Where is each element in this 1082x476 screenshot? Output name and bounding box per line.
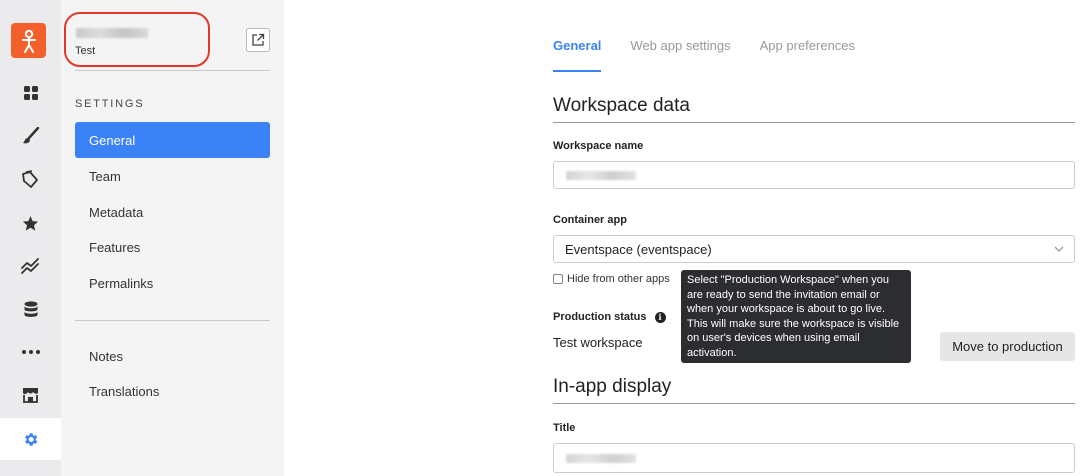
production-status-value: Test workspace	[553, 335, 643, 350]
brush-icon	[22, 127, 39, 144]
tab-app-preferences[interactable]: App preferences	[760, 38, 855, 72]
title-label: Title	[553, 422, 576, 434]
container-app-value: Eventspace (eventspace)	[565, 241, 712, 257]
person-logo-icon	[21, 29, 36, 53]
rail-design-button[interactable]	[0, 115, 61, 157]
database-icon	[24, 300, 37, 317]
sidebar-divider	[75, 320, 270, 321]
icon-rail	[0, 0, 61, 476]
sidebar-item-translations[interactable]: Translations	[75, 373, 270, 409]
tab-web-app-settings[interactable]: Web app settings	[630, 38, 730, 72]
analytics-icon	[21, 258, 39, 274]
container-app-label: Container app	[553, 214, 627, 226]
workspace-name-input[interactable]	[553, 161, 1075, 189]
rail-store-button[interactable]	[0, 374, 61, 416]
settings-gear-icon	[25, 432, 38, 446]
sidebar-item-permalinks[interactable]: Permalinks	[75, 265, 270, 301]
more-icon	[21, 350, 40, 354]
sidebar-item-general[interactable]: General	[75, 122, 270, 158]
title-value-redacted	[566, 454, 636, 463]
dashboard-grid-icon	[23, 86, 38, 100]
rail-favorites-button[interactable]	[0, 202, 61, 244]
rail-database-button[interactable]	[0, 288, 61, 330]
rail-tags-button[interactable]	[0, 158, 61, 200]
sidebar-item-metadata[interactable]: Metadata	[75, 194, 270, 230]
highlight-circle	[64, 12, 210, 67]
workspace-name-value-redacted	[566, 171, 636, 180]
in-app-display-title: In-app display	[553, 376, 672, 397]
hide-from-other-apps-label[interactable]: Hide from other apps	[567, 273, 670, 285]
external-link-icon	[252, 33, 265, 46]
chevron-down-icon	[1054, 246, 1064, 252]
section-divider	[553, 403, 1075, 404]
workspace-name-label: Workspace name	[553, 140, 644, 152]
production-status-tooltip: Select "Production Workspace" when you a…	[681, 270, 911, 363]
rail-dashboard-button[interactable]	[0, 72, 61, 114]
workspace-data-title: Workspace data	[553, 95, 690, 116]
settings-tabs: General Web app settings App preferences	[553, 38, 884, 72]
sidebar-item-features[interactable]: Features	[75, 229, 270, 265]
sidebar-item-notes[interactable]: Notes	[75, 338, 270, 374]
info-icon[interactable]: i	[654, 311, 666, 323]
sidebar-item-team[interactable]: Team	[75, 158, 270, 194]
app-logo[interactable]	[11, 23, 46, 58]
move-to-production-button[interactable]: Move to production	[940, 332, 1075, 361]
tab-general[interactable]: General	[553, 38, 602, 72]
tags-icon	[22, 169, 38, 188]
rail-settings-button[interactable]	[0, 418, 61, 460]
star-icon	[22, 215, 39, 231]
store-icon	[23, 388, 38, 403]
hide-from-other-apps-checkbox[interactable]	[553, 274, 563, 284]
title-input[interactable]	[553, 443, 1075, 473]
container-app-select[interactable]: Eventspace (eventspace)	[553, 235, 1075, 263]
settings-sidebar: Test SETTINGS General Team Metadata Feat…	[61, 0, 284, 476]
section-divider	[553, 122, 1075, 123]
production-status-row: Production status i	[553, 311, 666, 323]
rail-more-button[interactable]	[0, 331, 61, 373]
sidebar-divider	[75, 70, 270, 71]
production-status-label: Production status	[553, 311, 647, 323]
open-external-button[interactable]	[246, 28, 270, 52]
settings-heading: SETTINGS	[75, 98, 145, 110]
hide-from-other-apps-row: Hide from other apps	[553, 273, 670, 285]
rail-analytics-button[interactable]	[0, 245, 61, 287]
